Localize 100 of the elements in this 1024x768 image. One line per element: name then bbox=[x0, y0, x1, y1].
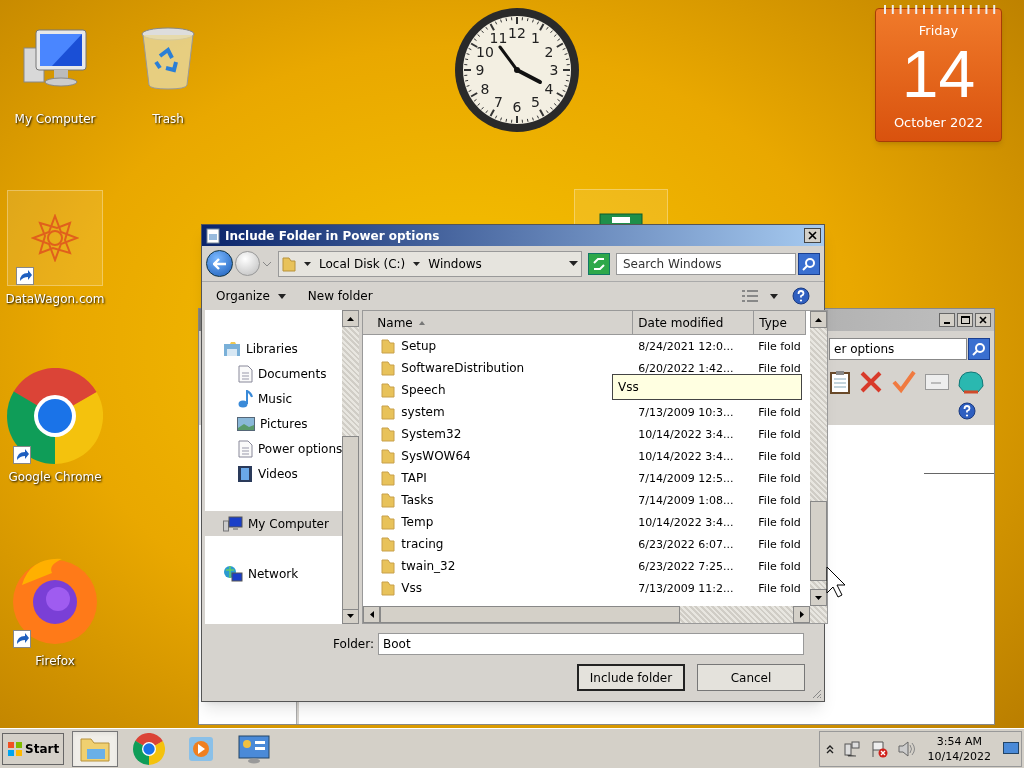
file-type: File fold bbox=[758, 493, 801, 507]
caret-icon[interactable] bbox=[770, 293, 778, 299]
desktop-icon[interactable] bbox=[5, 368, 105, 464]
file-name[interactable]: Tasks bbox=[401, 491, 434, 509]
help-icon[interactable] bbox=[792, 287, 810, 305]
navigation-item[interactable]: Power options bbox=[205, 436, 343, 461]
file-name[interactable]: Vss bbox=[401, 579, 422, 597]
clock-numeral: 2 bbox=[544, 43, 554, 60]
navigation-item[interactable]: Music bbox=[205, 386, 343, 411]
toolbar-button[interactable]: Organize bbox=[216, 287, 286, 305]
search-field[interactable]: Search Windows bbox=[616, 252, 796, 275]
file-name[interactable]: SoftwareDistribution bbox=[401, 359, 525, 377]
shell-icon[interactable] bbox=[958, 370, 984, 394]
scrollbar-thumb[interactable] bbox=[380, 606, 681, 623]
document-icon bbox=[237, 439, 253, 458]
dialog-button[interactable]: Include folder bbox=[577, 664, 685, 691]
start-button[interactable]: Start bbox=[2, 732, 65, 765]
address-bar[interactable]: Local Disk (C:) Windows bbox=[278, 250, 582, 277]
resize-grip-icon[interactable] bbox=[811, 688, 822, 699]
scrollbar-thumb[interactable] bbox=[810, 501, 828, 581]
minimize-button[interactable] bbox=[939, 313, 955, 327]
clipboard-icon[interactable] bbox=[830, 370, 850, 394]
clock-numeral: 1 bbox=[531, 30, 540, 46]
file-name[interactable]: System32 bbox=[401, 425, 462, 443]
file-name[interactable]: tracing bbox=[401, 535, 444, 553]
clock-numeral: 5 bbox=[531, 94, 540, 110]
folder-field[interactable]: Boot bbox=[378, 633, 804, 655]
file-name[interactable]: TAPI bbox=[401, 469, 427, 487]
date-modified: 7/13/2009 10:3... bbox=[638, 405, 734, 419]
file-name[interactable]: Speech bbox=[401, 381, 446, 399]
windows-logo-icon bbox=[7, 740, 23, 757]
document-icon bbox=[237, 364, 253, 383]
navigation-item[interactable]: Libraries bbox=[205, 336, 343, 361]
file-type: File fold bbox=[758, 361, 801, 375]
clock-date: 10/14/2022 bbox=[927, 748, 991, 764]
clock-numeral: 8 bbox=[480, 80, 490, 97]
date-modified: 7/14/2009 12:5... bbox=[638, 471, 734, 485]
maximize-button[interactable] bbox=[957, 313, 973, 327]
clock-numeral: 7 bbox=[494, 94, 503, 110]
help-icon[interactable] bbox=[958, 402, 976, 420]
search-button[interactable] bbox=[798, 252, 820, 275]
caret-icon[interactable] bbox=[304, 261, 311, 266]
file-name[interactable]: Temp bbox=[401, 513, 434, 531]
date-modified: 7/13/2009 11:2... bbox=[638, 581, 734, 595]
file-name[interactable]: twain_32 bbox=[401, 557, 456, 575]
scroll-up-button[interactable] bbox=[342, 310, 360, 327]
show-desktop-icon[interactable] bbox=[1003, 741, 1019, 756]
navigation-item[interactable]: Videos bbox=[205, 461, 343, 486]
chrome-icon bbox=[133, 732, 166, 765]
refresh-button[interactable] bbox=[588, 252, 610, 275]
navigation-item[interactable]: Documents bbox=[205, 361, 343, 386]
calendar-month-year: October 2022 bbox=[893, 113, 984, 132]
toolbar-button[interactable]: New folder bbox=[307, 287, 373, 305]
flag-error-icon[interactable] bbox=[869, 739, 888, 758]
column-header[interactable]: Date modified bbox=[633, 311, 755, 335]
calendar-weekday: Friday bbox=[918, 22, 959, 40]
caret-icon[interactable] bbox=[413, 261, 421, 266]
scroll-down-button[interactable] bbox=[810, 589, 828, 606]
back-button[interactable] bbox=[206, 250, 233, 277]
date-modified: 8/24/2021 12:0... bbox=[638, 339, 734, 353]
date-modified: 10/14/2022 3:4... bbox=[638, 427, 734, 441]
close-button[interactable] bbox=[975, 313, 991, 327]
search-button[interactable] bbox=[968, 338, 990, 360]
column-header[interactable]: Type bbox=[754, 311, 807, 335]
scroll-up-button[interactable] bbox=[810, 311, 828, 328]
file-name[interactable]: SysWOW64 bbox=[401, 447, 471, 465]
caret-icon[interactable] bbox=[569, 261, 578, 266]
file-type: File fold bbox=[758, 559, 801, 573]
dialog-button[interactable]: Cancel bbox=[697, 664, 805, 691]
date-modified: 6/20/2022 1:42... bbox=[638, 361, 734, 375]
delete-icon[interactable] bbox=[859, 370, 883, 394]
scrollbar-thumb[interactable] bbox=[342, 436, 360, 610]
file-type: File fold bbox=[758, 427, 801, 441]
folder-label: Folder: bbox=[333, 636, 374, 653]
film-icon bbox=[237, 464, 253, 483]
clock-numeral: 6 bbox=[512, 99, 522, 115]
taskbar-button[interactable] bbox=[72, 730, 119, 767]
network-icon[interactable] bbox=[843, 740, 860, 757]
date-modified: 6/23/2022 7:25... bbox=[638, 559, 734, 573]
clock-numeral: 10 bbox=[476, 43, 494, 60]
file-type: File fold bbox=[758, 515, 801, 529]
scroll-left-button[interactable] bbox=[363, 606, 381, 623]
chrome-icon bbox=[7, 368, 103, 464]
column-header[interactable]: Name bbox=[363, 311, 634, 335]
folder-icon bbox=[381, 558, 396, 574]
shortcut-tile[interactable] bbox=[7, 190, 103, 286]
scroll-right-button[interactable] bbox=[793, 606, 811, 623]
search-field[interactable]: er options bbox=[829, 338, 967, 360]
chevron-up-icon[interactable] bbox=[825, 743, 834, 754]
navigation-item[interactable]: Network bbox=[205, 561, 343, 586]
music-note-icon bbox=[237, 389, 253, 408]
clock[interactable]: 3:54 AM 10/14/2022 bbox=[925, 733, 993, 764]
close-button[interactable] bbox=[804, 228, 821, 243]
navigation-item[interactable]: My Computer bbox=[205, 511, 343, 536]
navigation-item[interactable]: Pictures bbox=[205, 411, 343, 436]
file-name[interactable]: Setup bbox=[401, 337, 437, 355]
file-name[interactable]: system bbox=[401, 403, 445, 421]
breadcrumb-item[interactable]: Windows bbox=[428, 254, 482, 273]
checkmark-icon[interactable] bbox=[892, 370, 916, 394]
breadcrumb-item[interactable]: Local Disk (C:) bbox=[319, 254, 406, 273]
